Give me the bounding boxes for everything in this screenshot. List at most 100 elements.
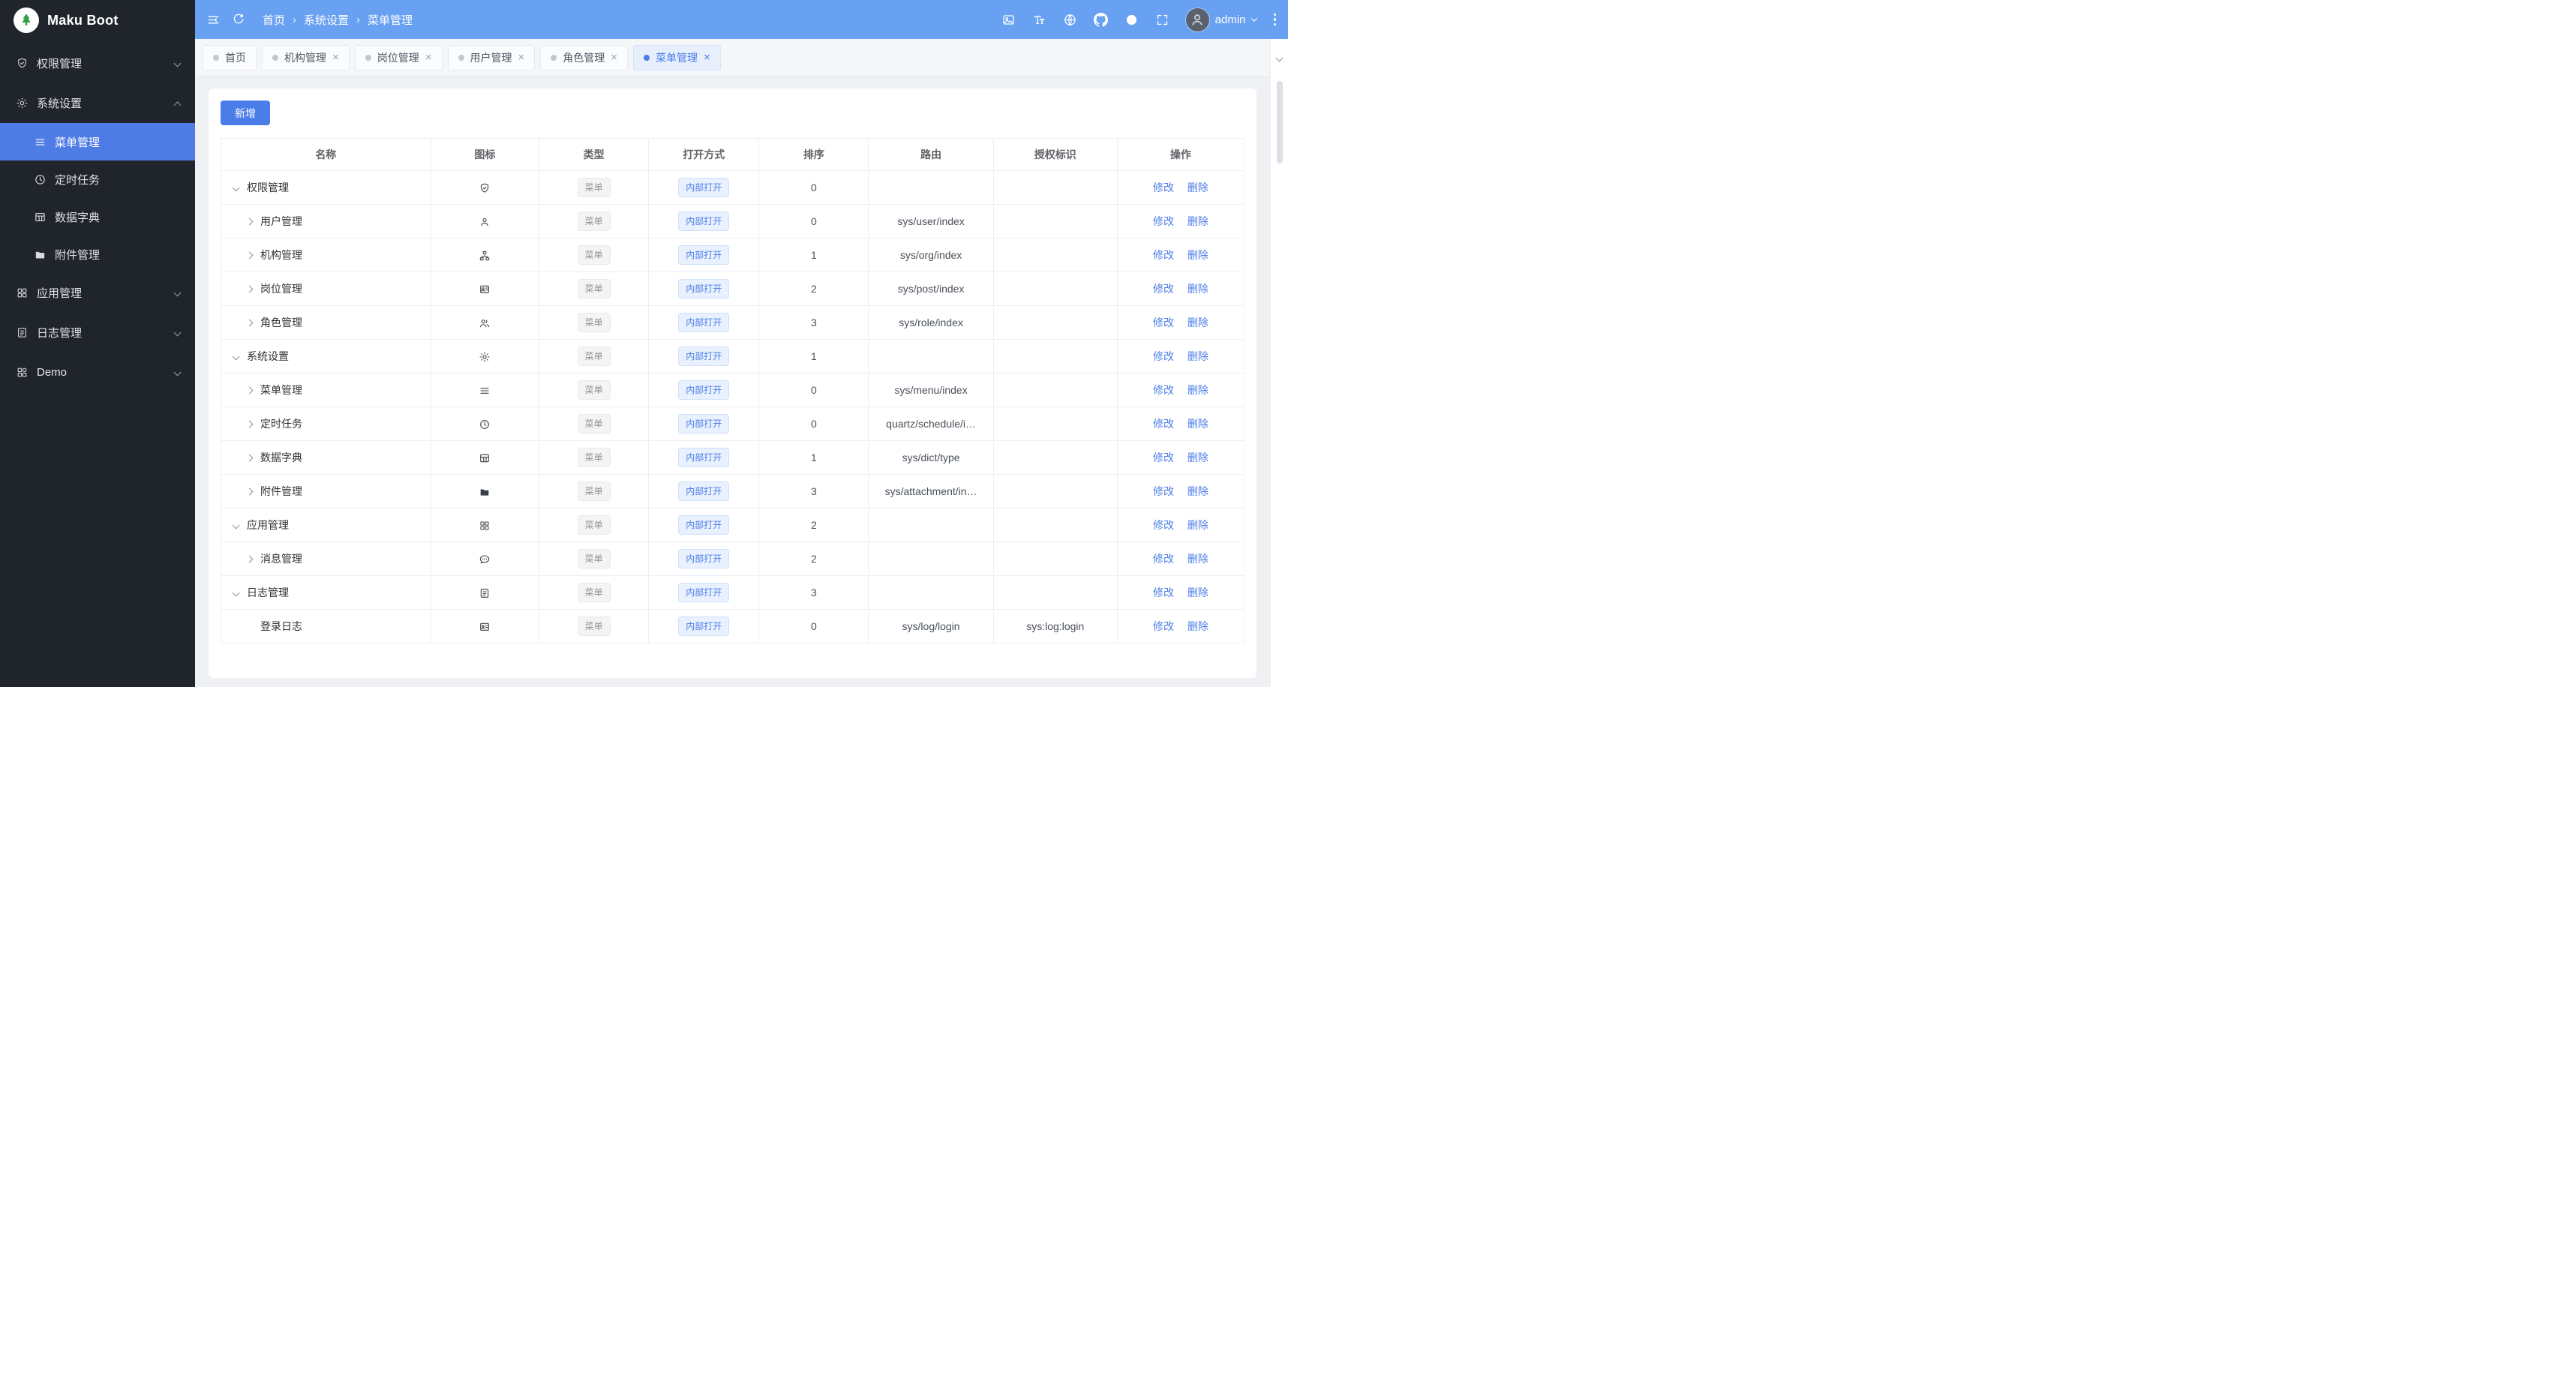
row-expand-caret[interactable] <box>245 251 254 259</box>
edit-link[interactable]: 修改 <box>1153 384 1174 396</box>
edit-link[interactable]: 修改 <box>1153 350 1174 362</box>
edit-link[interactable]: 修改 <box>1153 249 1174 261</box>
edit-link[interactable]: 修改 <box>1153 553 1174 565</box>
theme-icon[interactable] <box>1124 12 1139 27</box>
more-vertical-icon[interactable] <box>1272 12 1278 28</box>
collapse-sidebar-icon[interactable] <box>206 12 221 27</box>
tab-post-management[interactable]: 岗位管理 × <box>354 44 443 70</box>
tab-home[interactable]: 首页 <box>203 44 257 70</box>
row-expand-caret[interactable] <box>232 589 240 596</box>
delete-link[interactable]: 删除 <box>1187 384 1208 396</box>
github-icon[interactable] <box>1094 12 1109 27</box>
sidebar-item-menu-management[interactable]: 菜单管理 <box>0 123 195 160</box>
add-button[interactable]: 新增 <box>221 100 270 125</box>
row-name-wrap: 权限管理 <box>227 180 425 195</box>
edit-link[interactable]: 修改 <box>1153 418 1174 430</box>
tab-menu-management[interactable]: 菜单管理 × <box>633 44 721 70</box>
row-expand-caret[interactable] <box>245 488 254 495</box>
edit-link[interactable]: 修改 <box>1153 620 1174 632</box>
sidebar-item-demo[interactable]: Demo <box>0 352 195 392</box>
row-name-wrap: 数据字典 <box>227 450 425 465</box>
folder-icon <box>479 486 491 498</box>
log-icon <box>479 587 491 599</box>
close-icon[interactable]: × <box>611 52 617 63</box>
tab-org-management[interactable]: 机构管理 × <box>262 44 350 70</box>
open-tag: 内部打开 <box>678 313 730 332</box>
sidebar-item-system-settings[interactable]: 系统设置 <box>0 83 195 123</box>
sidebar-item-data-dictionary[interactable]: 数据字典 <box>0 198 195 236</box>
breadcrumb-home[interactable]: 首页 <box>263 12 285 28</box>
col-header-name: 名称 <box>221 138 431 171</box>
row-expand-caret[interactable] <box>232 521 240 529</box>
refresh-icon[interactable] <box>231 12 246 27</box>
document-icon <box>15 326 29 340</box>
row-name: 消息管理 <box>260 553 302 565</box>
breadcrumb-separator: › <box>293 13 297 26</box>
delete-link[interactable]: 删除 <box>1187 249 1208 261</box>
row-sort: 3 <box>758 474 869 508</box>
delete-link[interactable]: 删除 <box>1187 553 1208 565</box>
user-menu[interactable]: admin <box>1185 8 1257 32</box>
fullscreen-icon[interactable] <box>1155 12 1170 27</box>
avatar <box>1185 8 1209 32</box>
edit-link[interactable]: 修改 <box>1153 316 1174 328</box>
row-expand-caret[interactable] <box>245 285 254 292</box>
language-globe-icon[interactable] <box>1063 12 1078 27</box>
watermark-image-icon[interactable] <box>1001 12 1016 27</box>
row-expand-caret[interactable] <box>245 454 254 461</box>
tab-dropdown-button[interactable] <box>1271 39 1288 76</box>
sidebar-item-log-management[interactable]: 日志管理 <box>0 313 195 352</box>
edit-link[interactable]: 修改 <box>1153 485 1174 497</box>
row-name-wrap: 系统设置 <box>227 349 425 364</box>
tab-dot <box>458 54 464 61</box>
edit-link[interactable]: 修改 <box>1153 519 1174 531</box>
open-tag: 内部打开 <box>678 448 730 467</box>
delete-link[interactable]: 删除 <box>1187 485 1208 497</box>
close-icon[interactable]: × <box>518 52 525 63</box>
row-expand-caret[interactable] <box>245 420 254 428</box>
row-expand-caret[interactable] <box>232 352 240 360</box>
edit-link[interactable]: 修改 <box>1153 452 1174 464</box>
row-name: 菜单管理 <box>260 384 302 396</box>
edit-link[interactable]: 修改 <box>1153 215 1174 227</box>
delete-link[interactable]: 删除 <box>1187 350 1208 362</box>
sidebar-item-attachment-management[interactable]: 附件管理 <box>0 236 195 273</box>
sidebar-item-app-management[interactable]: 应用管理 <box>0 273 195 313</box>
delete-link[interactable]: 删除 <box>1187 452 1208 464</box>
breadcrumb-system-settings[interactable]: 系统设置 <box>304 12 349 28</box>
edit-link[interactable]: 修改 <box>1153 182 1174 194</box>
tab-label: 岗位管理 <box>377 51 419 64</box>
close-icon[interactable]: × <box>332 52 339 63</box>
close-icon[interactable]: × <box>425 52 432 63</box>
tab-role-management[interactable]: 角色管理 × <box>540 44 629 70</box>
scrollbar-thumb[interactable] <box>1276 81 1283 164</box>
sidebar-item-scheduled-tasks[interactable]: 定时任务 <box>0 160 195 198</box>
delete-link[interactable]: 删除 <box>1187 182 1208 194</box>
delete-link[interactable]: 删除 <box>1187 215 1208 227</box>
tab-dot <box>272 54 278 61</box>
row-expand-caret[interactable] <box>245 319 254 326</box>
breadcrumb-menu-management[interactable]: 菜单管理 <box>368 12 413 28</box>
edit-link[interactable]: 修改 <box>1153 283 1174 295</box>
font-size-icon[interactable] <box>1032 12 1047 27</box>
below-header: 首页 机构管理 × 岗位管理 × 用户管理 × 角色管理 × 菜单管理 × 新增… <box>195 39 1288 687</box>
open-tag: 内部打开 <box>678 616 730 636</box>
delete-link[interactable]: 删除 <box>1187 316 1208 328</box>
close-icon[interactable]: × <box>704 52 710 63</box>
edit-link[interactable]: 修改 <box>1153 586 1174 598</box>
tab-user-management[interactable]: 用户管理 × <box>447 44 536 70</box>
row-name-wrap: 角色管理 <box>227 315 425 330</box>
shield-icon <box>479 182 491 194</box>
row-expand-caret[interactable] <box>245 386 254 394</box>
delete-link[interactable]: 删除 <box>1187 283 1208 295</box>
row-expand-caret[interactable] <box>245 555 254 562</box>
delete-link[interactable]: 删除 <box>1187 620 1208 632</box>
delete-link[interactable]: 删除 <box>1187 519 1208 531</box>
breadcrumb: 首页 › 系统设置 › 菜单管理 <box>263 12 413 28</box>
row-expand-caret[interactable] <box>232 184 240 191</box>
type-tag: 菜单 <box>577 178 611 197</box>
delete-link[interactable]: 删除 <box>1187 418 1208 430</box>
row-expand-caret[interactable] <box>245 218 254 225</box>
sidebar-item-permission[interactable]: 权限管理 <box>0 44 195 83</box>
delete-link[interactable]: 删除 <box>1187 586 1208 598</box>
